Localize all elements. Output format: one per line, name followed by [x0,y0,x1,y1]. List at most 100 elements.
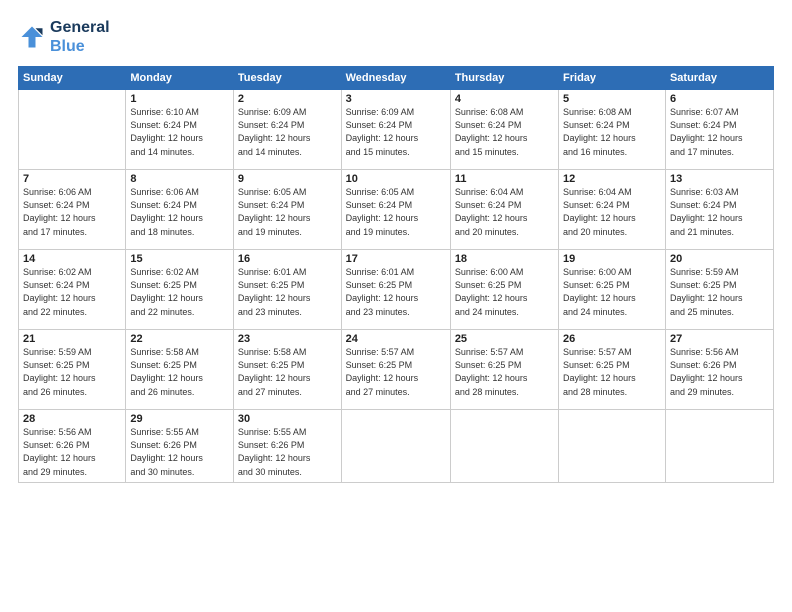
day-number: 18 [455,253,554,265]
calendar-cell: 29Sunrise: 5:55 AM Sunset: 6:26 PM Dayli… [126,410,234,482]
day-number: 5 [563,93,661,105]
day-number: 30 [238,413,337,425]
calendar-cell: 8Sunrise: 6:06 AM Sunset: 6:24 PM Daylig… [126,170,234,250]
day-number: 14 [23,253,121,265]
column-header-saturday: Saturday [665,67,773,90]
day-info: Sunrise: 5:56 AM Sunset: 6:26 PM Dayligh… [23,426,121,478]
calendar-week-row-5: 28Sunrise: 5:56 AM Sunset: 6:26 PM Dayli… [19,410,774,482]
day-number: 29 [130,413,229,425]
day-info: Sunrise: 5:58 AM Sunset: 6:25 PM Dayligh… [130,346,229,398]
day-info: Sunrise: 6:09 AM Sunset: 6:24 PM Dayligh… [238,106,337,158]
day-number: 11 [455,173,554,185]
day-info: Sunrise: 5:57 AM Sunset: 6:25 PM Dayligh… [563,346,661,398]
calendar-cell: 11Sunrise: 6:04 AM Sunset: 6:24 PM Dayli… [450,170,558,250]
day-info: Sunrise: 6:00 AM Sunset: 6:25 PM Dayligh… [455,266,554,318]
calendar-cell: 10Sunrise: 6:05 AM Sunset: 6:24 PM Dayli… [341,170,450,250]
day-info: Sunrise: 6:01 AM Sunset: 6:25 PM Dayligh… [238,266,337,318]
day-number: 27 [670,333,769,345]
calendar-cell: 1Sunrise: 6:10 AM Sunset: 6:24 PM Daylig… [126,90,234,170]
calendar-cell: 20Sunrise: 5:59 AM Sunset: 6:25 PM Dayli… [665,250,773,330]
day-info: Sunrise: 6:03 AM Sunset: 6:24 PM Dayligh… [670,186,769,238]
day-number: 15 [130,253,229,265]
logo-text: General Blue [50,18,110,56]
day-info: Sunrise: 6:10 AM Sunset: 6:24 PM Dayligh… [130,106,229,158]
calendar-cell: 16Sunrise: 6:01 AM Sunset: 6:25 PM Dayli… [233,250,341,330]
day-number: 22 [130,333,229,345]
day-info: Sunrise: 5:57 AM Sunset: 6:25 PM Dayligh… [346,346,446,398]
day-info: Sunrise: 6:02 AM Sunset: 6:24 PM Dayligh… [23,266,121,318]
calendar-cell: 27Sunrise: 5:56 AM Sunset: 6:26 PM Dayli… [665,330,773,410]
day-info: Sunrise: 6:09 AM Sunset: 6:24 PM Dayligh… [346,106,446,158]
calendar-cell: 9Sunrise: 6:05 AM Sunset: 6:24 PM Daylig… [233,170,341,250]
column-header-sunday: Sunday [19,67,126,90]
day-number: 4 [455,93,554,105]
day-number: 7 [23,173,121,185]
calendar-cell: 14Sunrise: 6:02 AM Sunset: 6:24 PM Dayli… [19,250,126,330]
day-info: Sunrise: 6:04 AM Sunset: 6:24 PM Dayligh… [563,186,661,238]
day-number: 24 [346,333,446,345]
day-info: Sunrise: 6:08 AM Sunset: 6:24 PM Dayligh… [563,106,661,158]
day-number: 13 [670,173,769,185]
calendar-cell: 23Sunrise: 5:58 AM Sunset: 6:25 PM Dayli… [233,330,341,410]
calendar-cell: 30Sunrise: 5:55 AM Sunset: 6:26 PM Dayli… [233,410,341,482]
column-header-tuesday: Tuesday [233,67,341,90]
day-number: 20 [670,253,769,265]
calendar-cell: 3Sunrise: 6:09 AM Sunset: 6:24 PM Daylig… [341,90,450,170]
calendar-cell [559,410,666,482]
calendar-cell: 19Sunrise: 6:00 AM Sunset: 6:25 PM Dayli… [559,250,666,330]
column-header-wednesday: Wednesday [341,67,450,90]
day-number: 21 [23,333,121,345]
calendar-week-row-4: 21Sunrise: 5:59 AM Sunset: 6:25 PM Dayli… [19,330,774,410]
day-info: Sunrise: 6:08 AM Sunset: 6:24 PM Dayligh… [455,106,554,158]
day-info: Sunrise: 5:55 AM Sunset: 6:26 PM Dayligh… [238,426,337,478]
calendar-cell: 7Sunrise: 6:06 AM Sunset: 6:24 PM Daylig… [19,170,126,250]
calendar-week-row-2: 7Sunrise: 6:06 AM Sunset: 6:24 PM Daylig… [19,170,774,250]
day-number: 12 [563,173,661,185]
day-info: Sunrise: 6:06 AM Sunset: 6:24 PM Dayligh… [23,186,121,238]
day-info: Sunrise: 5:58 AM Sunset: 6:25 PM Dayligh… [238,346,337,398]
page: General Blue SundayMondayTuesdayWednesda… [0,0,792,612]
day-number: 2 [238,93,337,105]
day-number: 3 [346,93,446,105]
day-info: Sunrise: 6:01 AM Sunset: 6:25 PM Dayligh… [346,266,446,318]
calendar-cell: 17Sunrise: 6:01 AM Sunset: 6:25 PM Dayli… [341,250,450,330]
day-number: 6 [670,93,769,105]
calendar-cell: 2Sunrise: 6:09 AM Sunset: 6:24 PM Daylig… [233,90,341,170]
day-info: Sunrise: 6:05 AM Sunset: 6:24 PM Dayligh… [346,186,446,238]
calendar-week-row-3: 14Sunrise: 6:02 AM Sunset: 6:24 PM Dayli… [19,250,774,330]
calendar-cell [665,410,773,482]
calendar-cell: 28Sunrise: 5:56 AM Sunset: 6:26 PM Dayli… [19,410,126,482]
day-number: 17 [346,253,446,265]
day-number: 26 [563,333,661,345]
calendar-cell [19,90,126,170]
day-info: Sunrise: 6:05 AM Sunset: 6:24 PM Dayligh… [238,186,337,238]
day-number: 1 [130,93,229,105]
day-info: Sunrise: 6:06 AM Sunset: 6:24 PM Dayligh… [130,186,229,238]
day-info: Sunrise: 5:57 AM Sunset: 6:25 PM Dayligh… [455,346,554,398]
calendar-cell: 25Sunrise: 5:57 AM Sunset: 6:25 PM Dayli… [450,330,558,410]
day-number: 10 [346,173,446,185]
calendar-cell [450,410,558,482]
calendar-cell: 22Sunrise: 5:58 AM Sunset: 6:25 PM Dayli… [126,330,234,410]
calendar-cell: 4Sunrise: 6:08 AM Sunset: 6:24 PM Daylig… [450,90,558,170]
day-number: 8 [130,173,229,185]
calendar-cell: 13Sunrise: 6:03 AM Sunset: 6:24 PM Dayli… [665,170,773,250]
calendar-cell: 24Sunrise: 5:57 AM Sunset: 6:25 PM Dayli… [341,330,450,410]
calendar-cell: 5Sunrise: 6:08 AM Sunset: 6:24 PM Daylig… [559,90,666,170]
column-header-monday: Monday [126,67,234,90]
day-number: 23 [238,333,337,345]
calendar-cell: 6Sunrise: 6:07 AM Sunset: 6:24 PM Daylig… [665,90,773,170]
day-info: Sunrise: 6:02 AM Sunset: 6:25 PM Dayligh… [130,266,229,318]
day-info: Sunrise: 5:59 AM Sunset: 6:25 PM Dayligh… [670,266,769,318]
day-info: Sunrise: 6:07 AM Sunset: 6:24 PM Dayligh… [670,106,769,158]
calendar-cell: 18Sunrise: 6:00 AM Sunset: 6:25 PM Dayli… [450,250,558,330]
day-info: Sunrise: 5:55 AM Sunset: 6:26 PM Dayligh… [130,426,229,478]
calendar-table: SundayMondayTuesdayWednesdayThursdayFrid… [18,66,774,482]
day-number: 25 [455,333,554,345]
day-info: Sunrise: 5:59 AM Sunset: 6:25 PM Dayligh… [23,346,121,398]
logo: General Blue [18,18,110,56]
day-number: 9 [238,173,337,185]
calendar-cell: 21Sunrise: 5:59 AM Sunset: 6:25 PM Dayli… [19,330,126,410]
day-number: 19 [563,253,661,265]
calendar-header-row: SundayMondayTuesdayWednesdayThursdayFrid… [19,67,774,90]
